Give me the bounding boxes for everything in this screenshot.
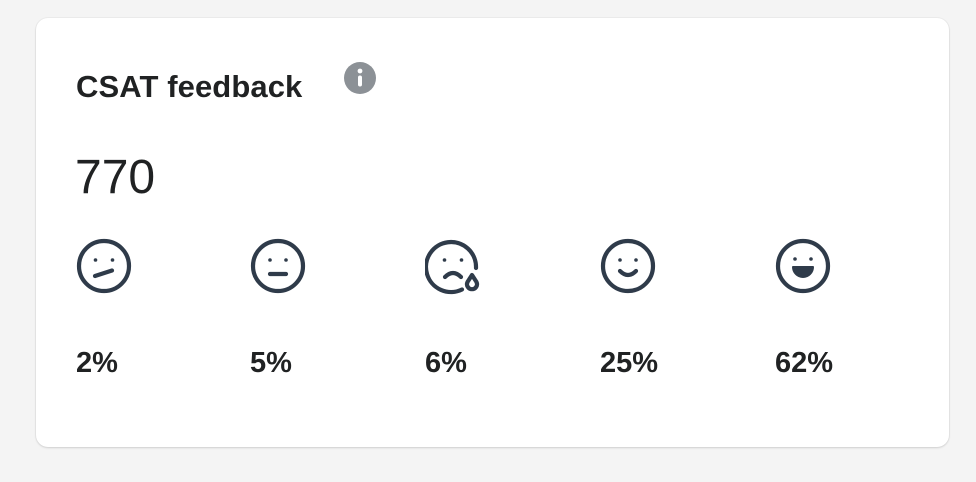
rating-item-sad: 6% (423, 238, 545, 379)
card-title: CSAT feedback (76, 69, 303, 104)
rating-item-grin: 62% (775, 238, 895, 379)
neutral-face-icon (250, 238, 306, 294)
confused-face-icon (76, 238, 132, 294)
rating-percent: 5% (250, 347, 292, 379)
total-responses-value: 770 (75, 151, 156, 204)
rating-percent: 2% (76, 347, 118, 379)
rating-percent: 6% (425, 347, 467, 379)
rating-percent: 62% (775, 347, 834, 379)
csat-feedback-card: CSAT feedback 770 2% 5% 6% 25% 62% (36, 18, 949, 447)
rating-percent: 25% (600, 347, 659, 379)
smile-face-icon (600, 238, 656, 294)
grin-face-icon (775, 238, 831, 294)
rating-item-neutral: 5% (250, 238, 370, 379)
sad-tear-face-icon (423, 238, 481, 295)
rating-item-confused: 2% (76, 238, 196, 379)
rating-item-smile: 25% (600, 238, 720, 379)
info-icon[interactable] (343, 61, 377, 95)
